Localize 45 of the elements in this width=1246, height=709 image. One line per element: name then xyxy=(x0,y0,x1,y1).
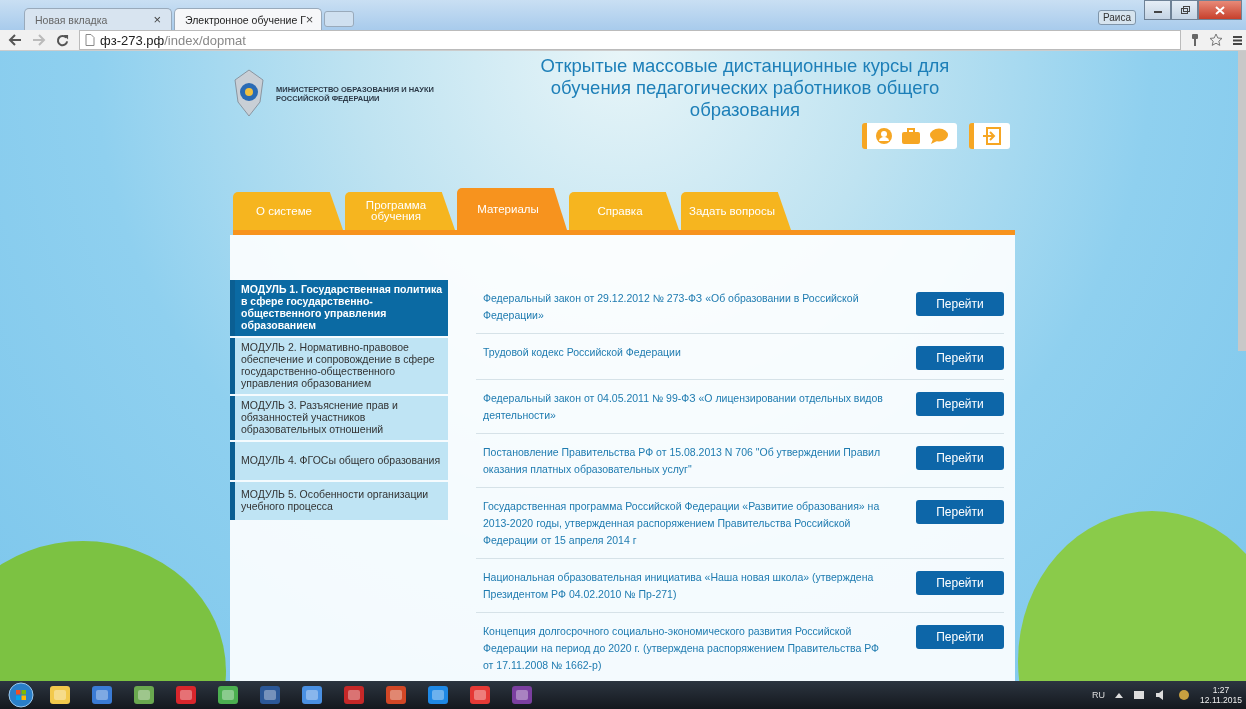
reload-icon[interactable] xyxy=(56,33,69,47)
go-button[interactable]: Перейти xyxy=(916,446,1004,470)
go-button[interactable]: Перейти xyxy=(916,625,1004,649)
page-icon xyxy=(85,34,95,46)
address-bar[interactable]: фз-273.рф/index/dopmat xyxy=(79,30,1181,50)
tray-arrow-icon[interactable] xyxy=(1115,692,1124,698)
go-button[interactable]: Перейти xyxy=(916,392,1004,416)
close-window-button[interactable] xyxy=(1198,0,1242,20)
close-tab-icon[interactable]: × xyxy=(153,12,161,27)
module-item[interactable]: МОДУЛЬ 4. ФГОСы общего образования xyxy=(230,442,448,480)
start-orb-icon[interactable] xyxy=(8,682,34,708)
close-tab-icon[interactable]: × xyxy=(305,12,314,27)
browser-tab[interactable]: Электронное обучение Г× xyxy=(174,8,322,30)
restore-button[interactable] xyxy=(1171,0,1198,20)
document-link[interactable]: Постановление Правительства РФ от 15.08.2013 N 706 "Об утверждении Правил оказания платных образовательных услуг" xyxy=(483,444,888,478)
key-icon[interactable] xyxy=(1191,33,1199,47)
clock-time: 1:27 xyxy=(1212,685,1230,695)
go-button[interactable]: Перейти xyxy=(916,292,1004,316)
back-icon[interactable] xyxy=(8,34,22,46)
module-item[interactable]: МОДУЛЬ 3. Разъяснение прав и обязанностей участников образовательных отношений xyxy=(230,396,448,440)
module-item[interactable]: МОДУЛЬ 5. Особенности организации учебного процесса xyxy=(230,482,448,520)
tray-app-icon[interactable] xyxy=(1178,689,1191,701)
browser-tab[interactable]: Новая вкладка × xyxy=(24,8,172,30)
close-icon xyxy=(1215,5,1225,15)
module-item[interactable]: МОДУЛЬ 2. Нормативно-правовое обеспечение и сопровождение в сфере государственно-общественного управления образованием xyxy=(230,338,448,394)
go-button[interactable]: Перейти xyxy=(916,571,1004,595)
document-link[interactable]: Федеральный закон от 04.05.2011 № 99-ФЗ «О лицензировании отдельных видов деятельности» xyxy=(483,390,888,424)
star-icon[interactable] xyxy=(1209,33,1223,47)
user-badge[interactable]: Раиса xyxy=(1097,10,1136,25)
clock-date: 12.11.2015 xyxy=(1200,695,1242,705)
document-link[interactable]: Федеральный закон от 29.12.2012 № 273-ФЗ «Об образовании в Российской Федерации» xyxy=(483,290,888,324)
document-link[interactable]: Национальная образовательная инициатива «Наша новая школа» (утверждена Президентом РФ 04.02.2010 № Пр-271) xyxy=(483,569,888,603)
document-link[interactable]: Трудовой кодекс Российской Федерации xyxy=(483,344,888,361)
document-link[interactable]: Концепция долгосрочного социально-экономического развития Российской Федерации на период до 2020 г. (утверждена распоряжением Правительства РФ от 17.11.2008 № 1662-р) xyxy=(483,623,888,674)
scrollbar[interactable] xyxy=(1238,51,1246,351)
module-item[interactable]: МОДУЛЬ 1. Государственная политика в сфере государственно-общественного управления образованием xyxy=(230,280,448,336)
document-link[interactable]: Государственная программа Российской Федерации «Развитие образования» на 2013-2020 годы, утвержденная распоряжением Правительства Российской Федерации от 15 апреля 2014 г xyxy=(483,498,888,549)
minimize-button[interactable] xyxy=(1144,0,1171,20)
go-button[interactable]: Перейти xyxy=(916,500,1004,524)
menu-icon[interactable] xyxy=(1233,34,1242,46)
language-indicator[interactable]: RU xyxy=(1092,690,1106,700)
site-title: Открытые массовые дистанционные курсы для обучения педагогических работников общего образования xyxy=(539,55,951,121)
go-button[interactable]: Перейти xyxy=(916,346,1004,370)
network-icon[interactable] xyxy=(1133,689,1146,701)
restore-icon xyxy=(1179,5,1190,15)
